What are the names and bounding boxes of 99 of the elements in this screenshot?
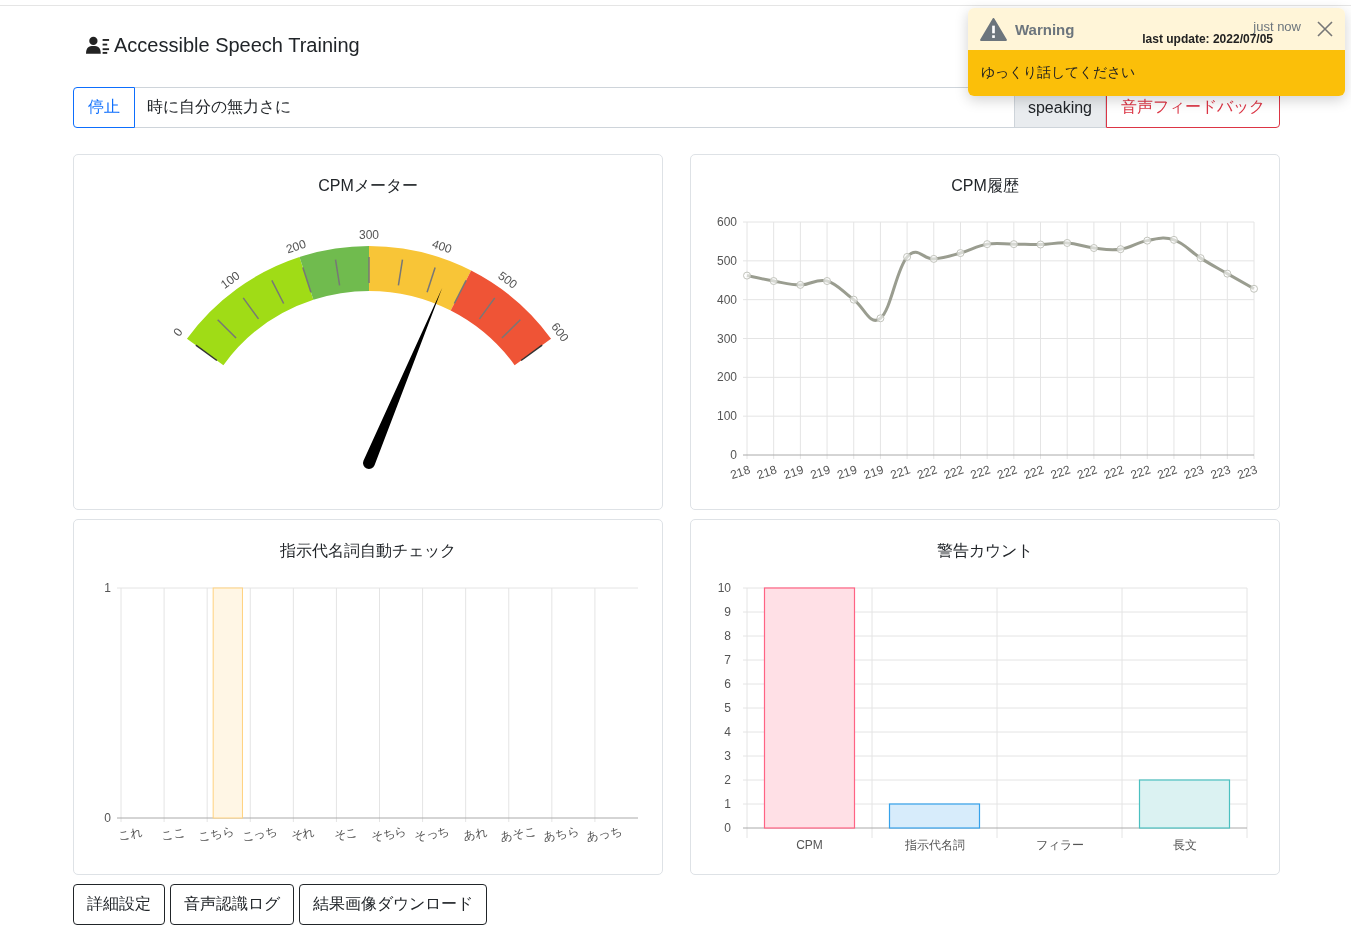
data-point (743, 271, 751, 280)
stop-button[interactable]: 停止 (73, 87, 135, 128)
x-axis-label: 222 (942, 462, 966, 483)
x-axis-label: 222 (995, 462, 1019, 483)
x-axis-label: あっち (585, 824, 624, 845)
y-axis-label: 300 (716, 331, 737, 346)
gauge-tick-label: 600 (548, 320, 572, 345)
y-axis-label: 1 (104, 581, 111, 595)
x-axis-label: 長文 (1172, 838, 1197, 852)
data-point (1223, 269, 1232, 278)
data-point (1143, 236, 1152, 245)
data-point (823, 277, 832, 286)
toast-message: ゆっくり話してください (968, 50, 1345, 96)
y-axis-label: 2 (724, 773, 731, 787)
x-axis-label: それ (289, 825, 316, 844)
data-point (1196, 254, 1205, 263)
x-axis-label: こっち (240, 824, 279, 845)
x-axis-label: こちら (197, 824, 236, 845)
app-title: Accessible Speech Training (114, 34, 360, 57)
transcript-field[interactable]: 時に自分の無力さに (135, 87, 1015, 128)
y-axis-label: 400 (716, 292, 737, 307)
y-axis-label: 3 (724, 749, 731, 763)
data-point (929, 254, 938, 263)
y-axis-label: 1 (724, 797, 731, 811)
data-point (983, 240, 992, 249)
close-icon[interactable] (1317, 21, 1333, 37)
user-speaking-icon (86, 36, 110, 55)
warning-icon (980, 17, 1007, 41)
y-axis-label: 8 (724, 629, 731, 643)
x-axis-label: 218 (728, 462, 752, 483)
x-axis-label: 223 (1182, 462, 1206, 483)
card-title: CPMメーター (318, 176, 418, 196)
x-axis-label: 219 (861, 462, 886, 483)
x-axis-label: あれ (461, 825, 488, 844)
x-axis-label: 221 (888, 462, 913, 483)
x-axis-label: CPM (796, 838, 823, 852)
action-button[interactable]: 詳細設定 (73, 884, 165, 925)
x-axis-label: ここ (160, 825, 187, 844)
y-axis-label: 6 (724, 677, 731, 691)
data-point (1036, 240, 1045, 249)
x-axis-label: 222 (968, 462, 993, 483)
y-axis-label: 4 (724, 725, 731, 739)
y-axis-label: 7 (724, 653, 731, 667)
x-axis-label: 222 (1102, 462, 1126, 483)
data-point (956, 249, 965, 258)
x-axis-label: 223 (1235, 462, 1259, 483)
card-title: 指示代名詞自動チェック (280, 541, 456, 561)
gauge-tick-label: 100 (218, 268, 243, 292)
toast-time: just now (1253, 18, 1301, 34)
gauge-tick-label: 400 (430, 236, 454, 257)
x-axis-label: 223 (1208, 462, 1233, 483)
x-axis-label: あちら (542, 824, 581, 845)
gauge-tick-label: 0 (170, 325, 186, 340)
data-point (1116, 245, 1125, 254)
y-axis-label: 500 (716, 253, 737, 268)
y-axis-label: 200 (716, 370, 737, 385)
data-point (876, 314, 885, 323)
x-axis-label: あそこ (499, 824, 537, 845)
toast-title: Warning (1015, 20, 1075, 38)
gauge-tick-label: 500 (495, 268, 520, 292)
data-point (1009, 240, 1018, 249)
card-title: 警告カウント (937, 541, 1033, 561)
x-axis-label: 218 (755, 462, 779, 483)
y-axis-label: 0 (724, 821, 731, 835)
y-axis-label: 5 (724, 701, 731, 715)
data-point (1169, 235, 1178, 244)
x-axis-label: 219 (835, 462, 859, 483)
y-axis-label: 100 (716, 409, 737, 424)
y-axis-label: 9 (724, 605, 731, 619)
x-axis-label: 222 (1075, 462, 1099, 483)
card-title: CPM履歴 (951, 176, 1019, 196)
y-axis-label: 0 (730, 448, 737, 462)
data-point (1063, 238, 1072, 247)
x-axis-label: そっち (412, 824, 451, 845)
action-button[interactable]: 音声認識ログ (170, 884, 294, 925)
x-axis-label: 222 (1048, 462, 1073, 483)
x-axis-label: 222 (915, 462, 939, 483)
x-axis-label: そちら (369, 824, 408, 845)
x-axis-label: そこ (332, 825, 359, 844)
x-axis-label: フィラー (1035, 838, 1084, 852)
data-point (769, 277, 778, 286)
action-button[interactable]: 結果画像ダウンロード (299, 884, 487, 925)
gauge-tick-label: 300 (359, 228, 379, 242)
gauge-tick-label: 200 (284, 236, 308, 257)
x-axis-label: 指示代名詞 (904, 838, 965, 852)
x-axis-label: これ (117, 825, 144, 844)
x-axis-label: 222 (1022, 462, 1046, 483)
x-axis-label: 219 (808, 462, 832, 483)
data-point (903, 252, 912, 261)
y-axis-label: 10 (717, 581, 731, 595)
data-point (796, 280, 805, 289)
data-point (849, 295, 858, 304)
data-point (1089, 244, 1098, 252)
y-axis-label: 0 (104, 811, 111, 825)
x-axis-label: 222 (1155, 462, 1179, 483)
x-axis-label: 222 (1128, 462, 1153, 483)
data-point (1250, 284, 1258, 293)
y-axis-label: 600 (716, 215, 737, 229)
x-axis-label: 219 (781, 462, 806, 483)
